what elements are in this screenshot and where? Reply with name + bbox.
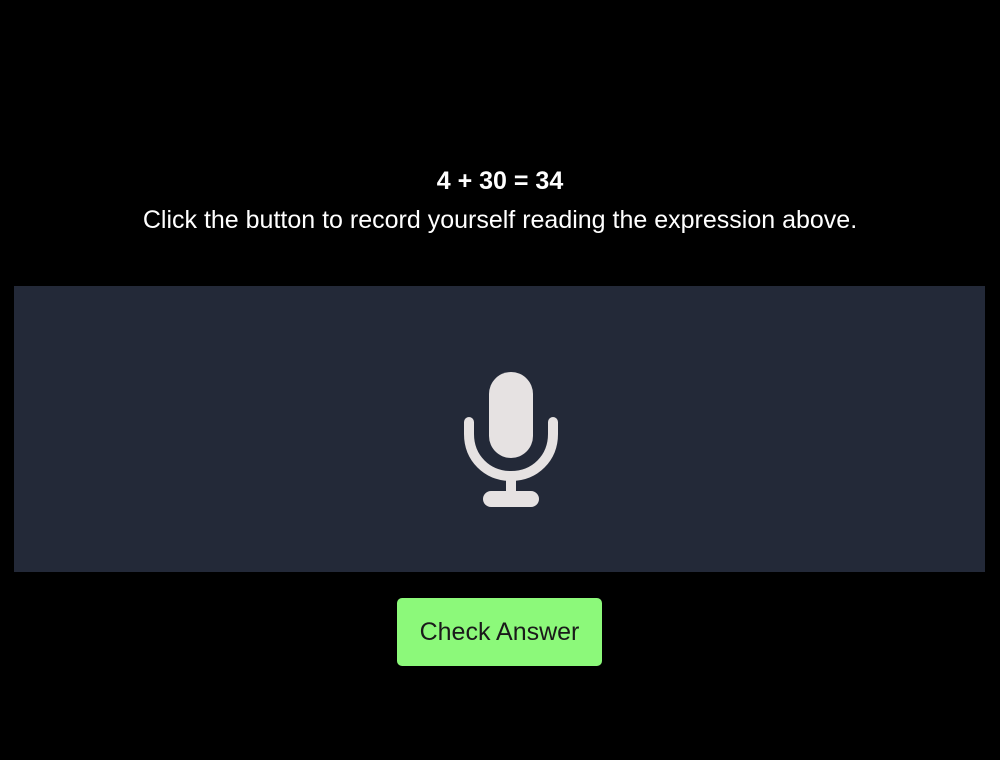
instructions-text: Click the button to record yourself read… [142,206,858,234]
expression-text: 4 + 30 = 34 [436,167,564,195]
record-button[interactable] [14,286,985,572]
microphone-icon [464,372,558,507]
check-answer-button[interactable]: Check Answer [397,598,602,666]
